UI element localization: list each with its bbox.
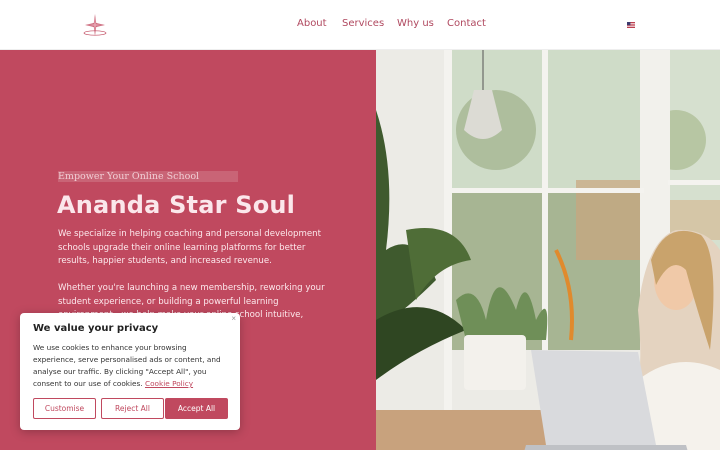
- nav-services[interactable]: Services: [342, 18, 384, 29]
- cookie-body: We use cookies to enhance your browsing …: [33, 342, 231, 390]
- nav-why-us[interactable]: Why us: [397, 18, 434, 29]
- nav-about[interactable]: About: [297, 18, 327, 29]
- hero-paragraph-1: We specialize in helping coaching and pe…: [58, 229, 321, 267]
- reject-all-button[interactable]: Reject All: [101, 398, 164, 419]
- hero-eyebrow: Empower Your Online School: [58, 171, 238, 182]
- cookie-consent-dialog: × We value your privacy We use cookies t…: [20, 313, 240, 430]
- close-icon[interactable]: ×: [231, 314, 236, 323]
- site-header: About Services Why us Contact: [0, 0, 720, 50]
- hero-title: Ananda Star Soul: [57, 191, 296, 219]
- star-logo-icon[interactable]: [81, 11, 109, 39]
- us-flag-icon[interactable]: [627, 22, 635, 28]
- accept-all-button[interactable]: Accept All: [165, 398, 228, 419]
- nav-contact[interactable]: Contact: [447, 18, 486, 29]
- woman-working-laptop-image: [376, 50, 720, 450]
- customise-button[interactable]: Customise: [33, 398, 96, 419]
- cookie-policy-link[interactable]: Cookie Policy: [145, 379, 193, 388]
- cookie-title: We value your privacy: [33, 323, 159, 334]
